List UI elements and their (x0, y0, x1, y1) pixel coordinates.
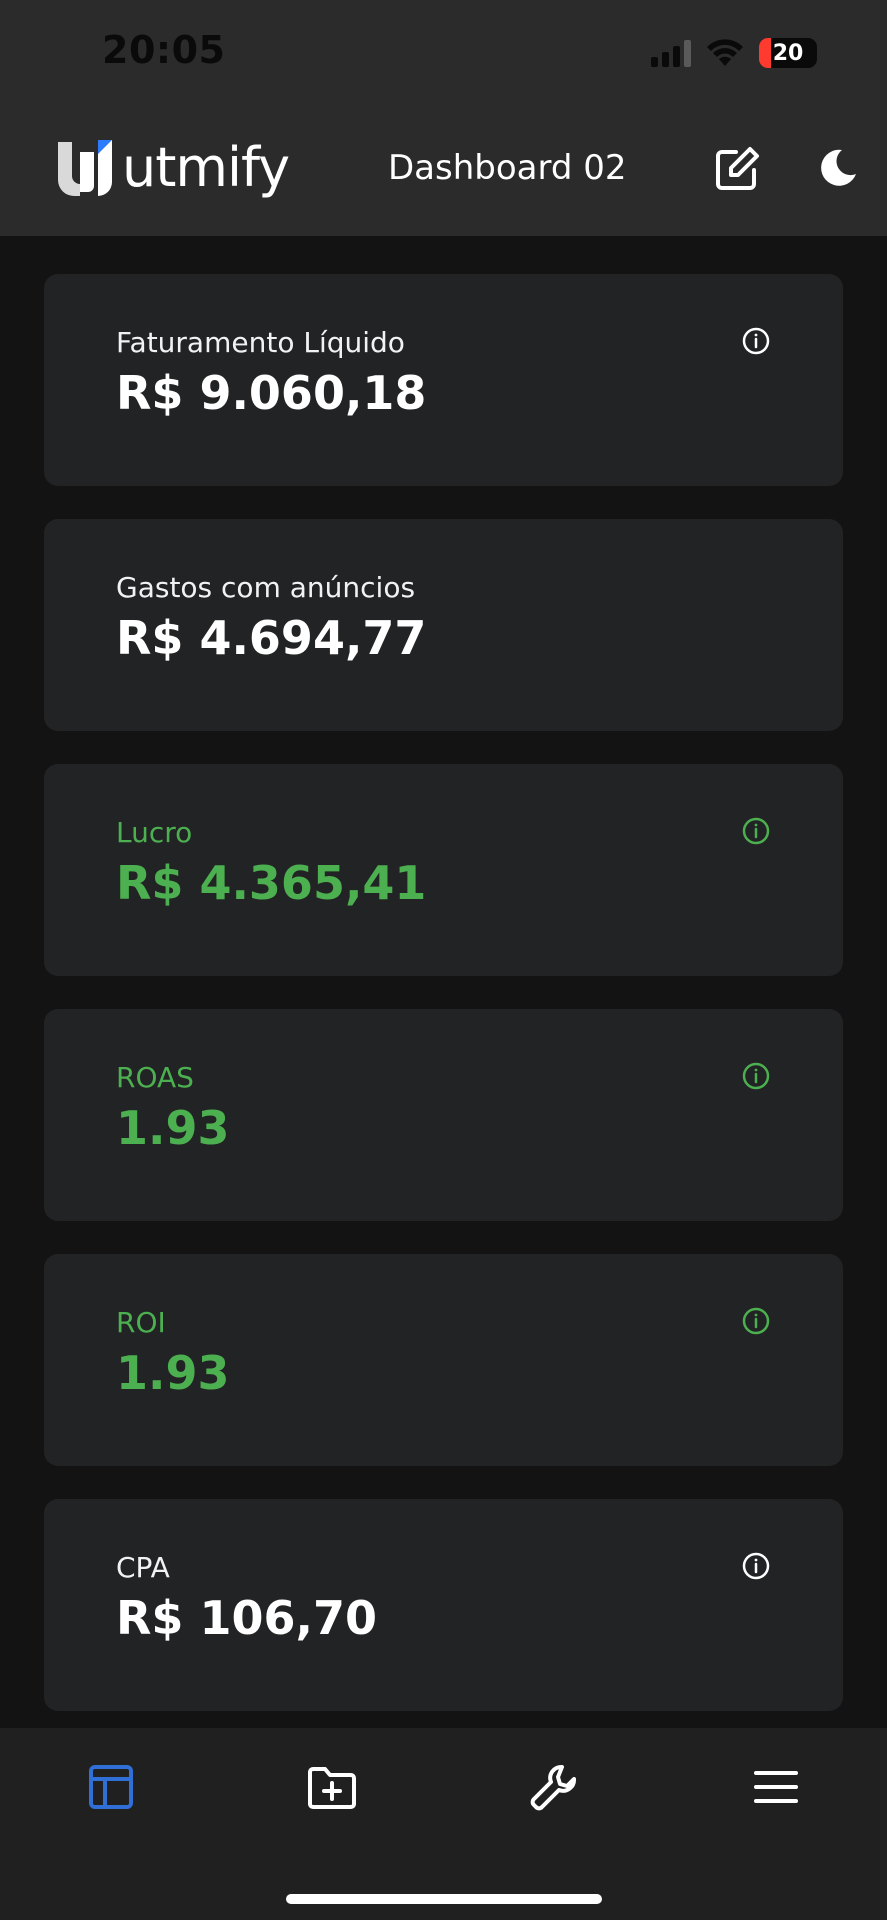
app-header: utmify Dashboard 02 (0, 104, 887, 236)
dashboard-icon[interactable] (84, 1760, 138, 1814)
card-label: ROI (116, 1306, 166, 1339)
info-icon[interactable] (741, 1551, 771, 1581)
card-cpa: CPA R$ 106,70 (44, 1499, 843, 1711)
wrench-icon[interactable] (527, 1760, 581, 1814)
card-roi: ROI 1.93 (44, 1254, 843, 1466)
dashboard-title[interactable]: Dashboard 02 (388, 148, 627, 188)
cellular-signal-icon (651, 39, 691, 67)
menu-icon[interactable] (749, 1760, 803, 1814)
wifi-icon (707, 39, 743, 66)
card-label: Gastos com anúncios (116, 571, 416, 604)
card-roas: ROAS 1.93 (44, 1009, 843, 1221)
moon-icon[interactable] (816, 146, 860, 190)
card-label: ROAS (116, 1061, 194, 1094)
folder-add-icon[interactable] (305, 1760, 359, 1814)
card-label: CPA (116, 1551, 170, 1584)
info-icon[interactable] (741, 816, 771, 846)
info-icon[interactable] (741, 1306, 771, 1336)
card-value: R$ 106,70 (116, 1591, 377, 1645)
status-icons: 20 (651, 36, 817, 70)
card-value: 1.93 (116, 1101, 230, 1155)
logo[interactable]: utmify (56, 136, 290, 199)
card-faturamento-liquido: Faturamento Líquido R$ 9.060,18 (44, 274, 843, 486)
info-icon[interactable] (741, 1061, 771, 1091)
card-label: Faturamento Líquido (116, 326, 405, 359)
card-gastos-anuncios: Gastos com anúncios R$ 4.694,77 (44, 519, 843, 731)
card-value: 1.93 (116, 1346, 230, 1400)
edit-icon[interactable] (712, 144, 762, 194)
status-time: 20:05 (102, 28, 226, 72)
card-lucro: Lucro R$ 4.365,41 (44, 764, 843, 976)
battery-icon: 20 (759, 38, 817, 68)
card-value: R$ 9.060,18 (116, 366, 427, 420)
info-icon[interactable] (741, 326, 771, 356)
status-bar: 20:05 20 (0, 0, 887, 104)
bottom-nav (0, 1728, 887, 1920)
home-indicator[interactable] (286, 1894, 602, 1904)
card-label: Lucro (116, 816, 193, 849)
battery-level: 20 (772, 40, 804, 66)
card-value: R$ 4.694,77 (116, 611, 427, 665)
utmify-logo-icon (58, 139, 112, 196)
logo-text: utmify (122, 136, 290, 199)
card-value: R$ 4.365,41 (116, 856, 427, 910)
